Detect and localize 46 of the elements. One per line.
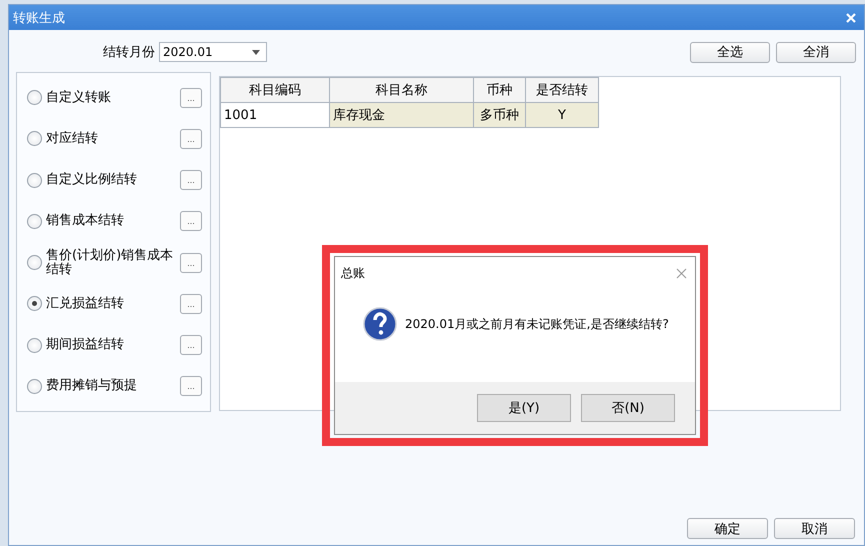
- footer-button[interactable]: 确定: [687, 518, 768, 539]
- option-label: 汇兑损益结转: [46, 296, 125, 311]
- table-cell: 1001: [220, 102, 330, 128]
- more-button[interactable]: ...: [180, 294, 202, 314]
- option-label: 售价(计划价)销售成本结转: [46, 248, 174, 277]
- more-button[interactable]: ...: [180, 170, 202, 190]
- radio-button[interactable]: [27, 214, 42, 229]
- dialog-button[interactable]: 是(Y): [477, 394, 571, 422]
- dialog-title: 总账: [341, 264, 365, 282]
- toolbar-button[interactable]: 全选: [690, 42, 770, 62]
- window-title: 转账生成: [13, 10, 65, 26]
- column-header[interactable]: 科目编码: [220, 78, 330, 102]
- more-button[interactable]: ...: [180, 128, 202, 149]
- option-label: 期间损益结转: [46, 338, 125, 352]
- option-label: 销售成本结转: [46, 214, 125, 228]
- table-cell: 多币种: [474, 102, 526, 128]
- column-header[interactable]: 币种: [474, 78, 526, 102]
- dialog-button[interactable]: 否(N): [581, 394, 675, 422]
- option-label: 自定义转账: [46, 90, 112, 105]
- radio-button[interactable]: [27, 338, 42, 353]
- more-button[interactable]: ...: [180, 211, 202, 232]
- radio-button[interactable]: [27, 255, 42, 270]
- radio-button[interactable]: [27, 131, 42, 146]
- footer-button[interactable]: 取消: [774, 518, 855, 539]
- column-header[interactable]: 科目名称: [330, 78, 474, 102]
- column-header[interactable]: 是否结转: [526, 78, 598, 102]
- radio-button[interactable]: [27, 90, 42, 106]
- toolbar-button[interactable]: 全消: [776, 42, 856, 62]
- more-button[interactable]: ...: [180, 376, 202, 396]
- period-dropdown[interactable]: 2020.01: [159, 42, 267, 62]
- close-icon[interactable]: [676, 268, 687, 278]
- option-label: 费用摊销与预提: [46, 379, 138, 394]
- dialog-message: 2020.01月或之前月有未记账凭证,是否继续结转?: [405, 316, 669, 332]
- radio-button[interactable]: [27, 296, 42, 312]
- more-button[interactable]: ...: [180, 335, 202, 356]
- table-cell: Y: [526, 102, 598, 128]
- more-button[interactable]: ...: [180, 88, 202, 108]
- option-label: 对应结转: [46, 132, 99, 146]
- period-label: 结转月份: [103, 44, 155, 61]
- option-label: 自定义比例结转: [46, 173, 138, 188]
- caret-icon: [252, 50, 260, 54]
- question-icon: [363, 307, 397, 341]
- more-button[interactable]: ...: [180, 252, 202, 273]
- radio-button[interactable]: [27, 172, 42, 188]
- radio-button[interactable]: [27, 378, 42, 394]
- table-cell: 库存现金: [330, 102, 474, 128]
